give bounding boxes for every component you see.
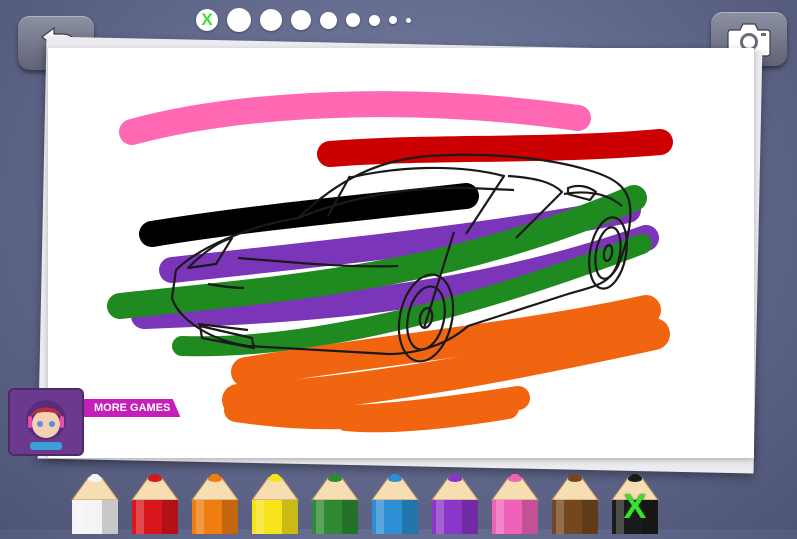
more-games-label: MORE GAMES <box>84 399 181 417</box>
brush-size-selector: X <box>196 6 420 34</box>
pencil-blue[interactable] <box>368 472 422 536</box>
pencil-black[interactable]: X <box>608 472 662 536</box>
pencil-orange[interactable] <box>188 472 242 536</box>
pencil-white[interactable] <box>68 472 122 536</box>
pencil-green[interactable] <box>308 472 362 536</box>
drawing-layer <box>107 91 673 433</box>
brush-size-option[interactable] <box>389 16 397 24</box>
pencil-yellow[interactable] <box>248 472 302 536</box>
drawing-canvas[interactable] <box>48 48 754 458</box>
brush-size-option[interactable] <box>369 14 380 26</box>
brush-size-option[interactable] <box>291 10 311 30</box>
pencil-icon <box>371 472 419 536</box>
pencil-pink[interactable] <box>488 472 542 536</box>
brush-size-option[interactable] <box>406 17 411 23</box>
pencil-red[interactable] <box>128 472 182 536</box>
pencil-icon <box>191 472 239 536</box>
mascot-avatar <box>8 388 84 456</box>
brush-size-option[interactable] <box>260 9 282 31</box>
black-stroke <box>139 183 479 247</box>
pencil-icon <box>431 472 479 536</box>
selected-x-icon: X <box>623 488 647 526</box>
brush-size-option[interactable] <box>320 11 337 29</box>
eraser-x-icon: X <box>201 10 213 29</box>
brush-eraser[interactable]: X <box>196 9 218 31</box>
pencil-icon <box>491 472 539 536</box>
pencil-icon <box>131 472 179 536</box>
pencil-icon <box>71 472 119 536</box>
pink-stroke <box>119 91 591 145</box>
pencil-purple[interactable] <box>428 472 482 536</box>
red-stroke <box>317 129 673 167</box>
pencil-icon <box>311 472 359 536</box>
pencil-brown[interactable] <box>548 472 602 536</box>
mascot-icon <box>26 400 66 450</box>
pencil-icon <box>251 472 299 536</box>
brush-size-option[interactable] <box>227 8 251 32</box>
brush-size-option[interactable] <box>346 13 360 27</box>
pencil-icon <box>551 472 599 536</box>
